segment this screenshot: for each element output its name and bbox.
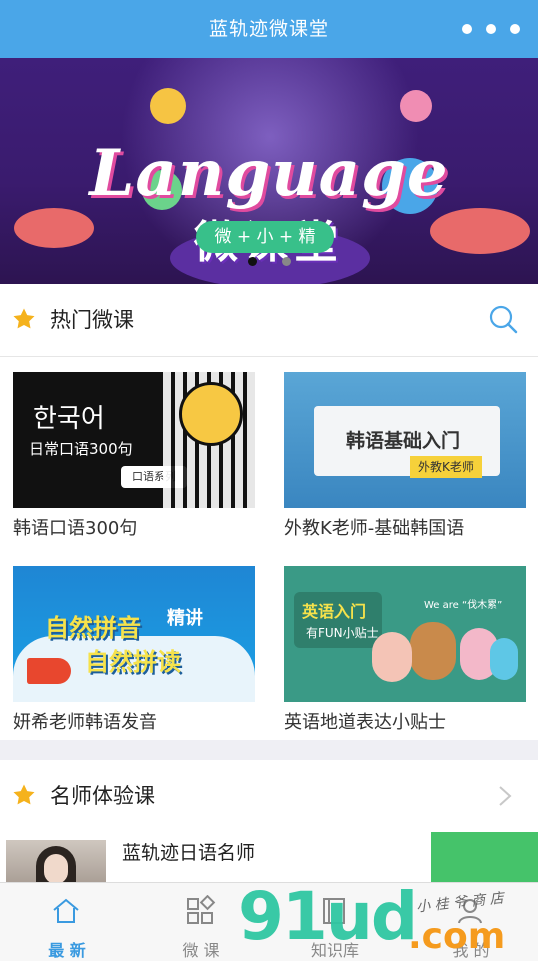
course-thumbnail[interactable]: 한국어 日常口语300句 口语系列	[13, 372, 255, 508]
home-icon	[53, 898, 79, 923]
teachers-section-header[interactable]: 名师体验课	[0, 760, 538, 833]
banner-headline: Language	[89, 136, 449, 211]
tab-latest[interactable]: 最 新	[0, 883, 134, 961]
more-dot-icon	[510, 24, 520, 34]
course-thumbnail[interactable]: 英语入门 有FUN小贴士 We are “伐木累”	[284, 566, 526, 702]
hot-courses-header: 热门微课	[0, 284, 538, 357]
section-title: 名师体验课	[50, 784, 155, 808]
thumb-tag: We are “伐木累”	[424, 600, 503, 611]
watermark-text: 91ud	[238, 878, 418, 955]
promo-banner[interactable]: Language 微课堂 微 + 小 + 精	[0, 58, 538, 284]
app-title: 蓝轨迹微课堂	[208, 18, 329, 40]
teacher-list-item[interactable]: 蓝轨迹日语名师	[0, 832, 538, 882]
course-title: 英语地道表达小贴士	[284, 712, 446, 733]
watermark-domain: .com	[408, 916, 506, 957]
more-dot-icon	[462, 24, 472, 34]
thumb-title: 한국어	[33, 404, 105, 434]
girl-illustration	[179, 382, 243, 446]
teacher-name: 蓝轨迹日语名师	[122, 842, 256, 864]
thumb-subtitle: 日常口语300句	[29, 440, 133, 458]
thumb-subtitle: 自然拼读	[85, 648, 181, 676]
thumb-title: 自然拼音	[45, 614, 141, 642]
thumb-subtitle: 有FUN小贴士	[306, 626, 379, 640]
course-title: 外教K老师-基础韩国语	[284, 518, 465, 539]
chevron-right-icon[interactable]	[497, 784, 513, 808]
megaphone-icon	[27, 658, 71, 684]
teacher-photo	[6, 840, 106, 882]
thumb-tag: 精讲	[167, 608, 203, 629]
course-title: 妍希老师韩语发音	[13, 712, 157, 733]
thumb-title: 韩语基础入门	[346, 430, 461, 452]
monster-icon	[400, 90, 432, 122]
character-illustration	[490, 638, 518, 680]
course-thumbnail[interactable]: 韩语基础入门 外教K老师	[284, 372, 526, 508]
carousel-dots[interactable]	[248, 257, 292, 267]
more-menu-button[interactable]	[462, 20, 520, 38]
watermark-handwriting: 小 桂 爷 商 店	[415, 890, 505, 916]
hot-courses-section: 热门微课 한국어 日常口语300句 口语系列 韩语口语300句 韩语基础入门 外…	[0, 284, 538, 740]
grid-icon	[187, 895, 216, 924]
section-title: 热门微课	[50, 308, 134, 332]
star-icon	[13, 308, 35, 329]
search-icon[interactable]	[488, 304, 518, 334]
tab-label: 最 新	[48, 941, 86, 960]
top-bar: 蓝轨迹微课堂	[0, 0, 538, 58]
course-thumbnail[interactable]: 自然拼音 精讲 自然拼读	[13, 566, 255, 702]
character-illustration	[372, 632, 412, 682]
teacher-action-button[interactable]	[431, 832, 538, 882]
more-dot-icon	[486, 24, 496, 34]
course-title: 韩语口语300句	[13, 518, 138, 539]
thumb-tag: 外教K老师	[410, 456, 482, 478]
monster-icon	[150, 88, 186, 124]
watermark-logo: 91ud .com 小 桂 爷 商 店	[238, 878, 538, 960]
star-icon	[13, 784, 35, 805]
bear-illustration	[410, 622, 456, 680]
carousel-dot[interactable]	[282, 257, 291, 266]
banner-pill: 微 + 小 + 精	[196, 221, 334, 253]
thumb-title: 英语入门	[302, 602, 367, 621]
carousel-dot-active[interactable]	[248, 257, 257, 266]
